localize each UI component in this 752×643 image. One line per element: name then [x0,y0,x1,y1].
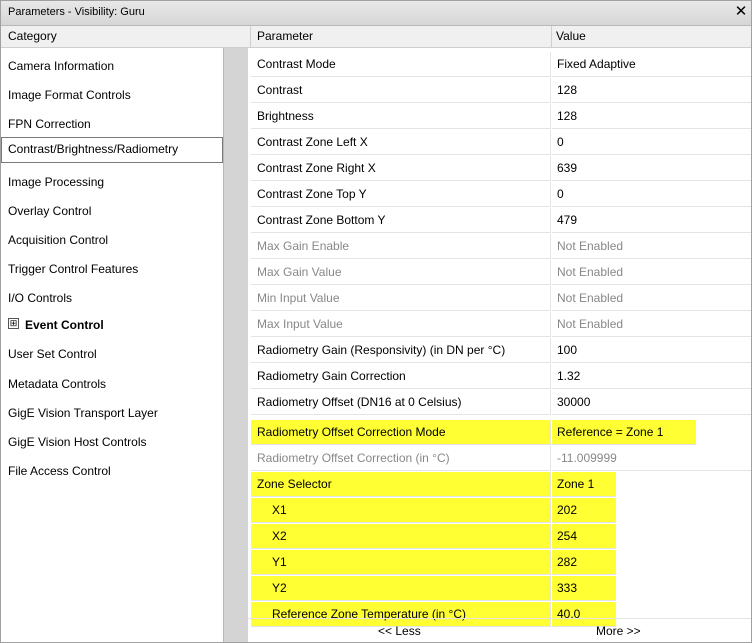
value-cell: Not Enabled [552,260,751,285]
category-user-set-control[interactable]: User Set Control [1,342,223,364]
table-row: Max Input Value Not Enabled [248,312,751,337]
parameter-grid: Contrast Mode Fixed Adaptive Contrast 128 … [248,48,751,642]
more-button[interactable]: More >> [596,624,641,638]
value-cell[interactable]: 254 [552,524,616,549]
value-cell: Not Enabled [552,234,751,259]
category-event-control[interactable]: ⊞ Event Control [1,313,223,335]
table-row: Max Gain Enable Not Enabled [248,234,751,259]
category-acquisition-control[interactable]: Acquisition Control [1,228,223,250]
expand-plus-icon[interactable]: ⊞ [8,318,19,329]
value-cell[interactable]: 282 [552,550,616,575]
table-row[interactable]: Radiometry Gain (Responsivity) (in DN pe… [248,338,751,363]
category-contrast-brightness-radiometry[interactable]: Contrast/Brightness/Radiometry [1,137,223,163]
category-metadata-controls[interactable]: Metadata Controls [1,372,223,394]
table-row-highlighted[interactable]: Zone Selector Zone 1 [248,472,751,497]
parameter-cell: Y2 [251,576,551,601]
title-bar: Parameters - Visibility: Guru ✕ [1,1,751,26]
parameter-cell: Max Gain Value [251,260,551,285]
parameter-cell: Radiometry Offset Correction Mode [251,420,551,445]
window-title: Parameters - Visibility: Guru [8,6,145,18]
value-cell[interactable]: 0 [552,182,751,207]
category-fpn-correction[interactable]: FPN Correction [1,112,223,134]
grid-row-header-gutter [224,48,248,642]
close-icon[interactable]: ✕ [733,4,749,20]
category-image-processing[interactable]: Image Processing [1,170,223,192]
category-gige-vision-host-controls[interactable]: GigE Vision Host Controls [1,430,223,452]
parameter-cell: Contrast Zone Bottom Y [251,208,551,233]
table-row[interactable]: Contrast Zone Right X 639 [248,156,751,181]
value-cell: Not Enabled [552,312,751,337]
table-row[interactable]: Contrast Zone Bottom Y 479 [248,208,751,233]
value-cell[interactable]: 1.32 [552,364,751,389]
parameter-column-header[interactable]: Parameter [251,26,552,48]
value-cell[interactable]: 333 [552,576,616,601]
table-row[interactable]: Contrast Mode Fixed Adaptive [248,52,751,77]
table-row[interactable]: Radiometry Offset (DN16 at 0 Celsius) 300… [248,390,751,415]
parameters-window: Parameters - Visibility: Guru ✕ Category… [0,0,752,643]
category-column-header[interactable]: Category [1,26,251,48]
value-cell[interactable]: 30000 [552,390,751,415]
category-image-format-controls[interactable]: Image Format Controls [1,83,223,105]
value-cell[interactable]: 202 [552,498,616,523]
value-cell[interactable]: Zone 1 [552,472,616,497]
parameter-cell: Radiometry Gain Correction [251,364,551,389]
value-cell[interactable]: 128 [552,78,751,103]
table-row: Max Gain Value Not Enabled [248,260,751,285]
parameter-cell: Contrast Mode [251,52,551,77]
category-header-label: Category [8,29,57,43]
value-column-header[interactable]: Value [552,26,751,48]
table-row-highlighted[interactable]: X1 202 [248,498,751,523]
parameter-cell: Contrast [251,78,551,103]
table-row[interactable]: Brightness 128 [248,104,751,129]
table-row[interactable]: Contrast Zone Left X0 [248,130,751,155]
category-gige-vision-transport-layer[interactable]: GigE Vision Transport Layer [1,401,223,423]
value-cell[interactable]: Fixed Adaptive [552,52,751,77]
parameter-cell: Radiometry Offset Correction (in °C) [251,446,551,471]
parameter-cell: Min Input Value [251,286,551,311]
value-cell[interactable]: 479 [552,208,751,233]
parameter-cell: Contrast Zone Right X [251,156,551,181]
category-overlay-control[interactable]: Overlay Control [1,199,223,221]
parameter-cell: Brightness [251,104,551,129]
table-row: Min Input Value Not Enabled [248,286,751,311]
value-cell[interactable]: Reference = Zone 1 [552,420,696,445]
parameter-cell: Contrast Zone Left X [251,130,551,155]
table-row-highlighted[interactable]: X2 254 [248,524,751,549]
parameter-cell: Radiometry Offset (DN16 at 0 Celsius) [251,390,551,415]
parameter-cell: Max Gain Enable [251,234,551,259]
table-row[interactable]: Contrast Zone Top Y0 [248,182,751,207]
grid-footer: << Less More >> [248,618,751,643]
value-cell: Not Enabled [552,286,751,311]
category-file-access-control[interactable]: File Access Control [1,459,223,481]
value-cell[interactable]: 639 [552,156,751,181]
value-cell: -11.009999 [552,446,751,471]
table-row-highlighted[interactable]: Y1 282 [248,550,751,575]
category-list: Camera Information Image Format Controls… [1,48,224,642]
category-io-controls[interactable]: I/O Controls [1,286,223,308]
table-row[interactable]: Contrast 128 [248,78,751,103]
parameter-cell: X2 [251,524,551,549]
table-row: Radiometry Offset Correction (in °C) -11.… [248,446,751,471]
less-button[interactable]: << Less [378,624,421,638]
value-cell[interactable]: 0 [552,130,751,155]
parameter-header-label: Parameter [257,29,314,43]
category-trigger-control-features[interactable]: Trigger Control Features [1,257,223,279]
parameter-cell: Zone Selector [251,472,551,497]
value-header-label: Value [556,29,586,43]
parameter-cell: Max Input Value [251,312,551,337]
parameter-cell: Radiometry Gain (Responsivity) (in DN pe… [251,338,551,363]
value-cell[interactable]: 128 [552,104,751,129]
parameter-cell: Y1 [251,550,551,575]
table-row-highlighted[interactable]: Y2 333 [248,576,751,601]
table-row[interactable]: Radiometry Gain Correction 1.32 [248,364,751,389]
table-row-highlighted[interactable]: Radiometry Offset Correction Mode Referen… [248,420,751,445]
parameter-cell: Contrast Zone Top Y [251,182,551,207]
value-cell[interactable]: 100 [552,338,751,363]
category-camera-information[interactable]: Camera Information [1,54,223,76]
parameter-cell: X1 [251,498,551,523]
